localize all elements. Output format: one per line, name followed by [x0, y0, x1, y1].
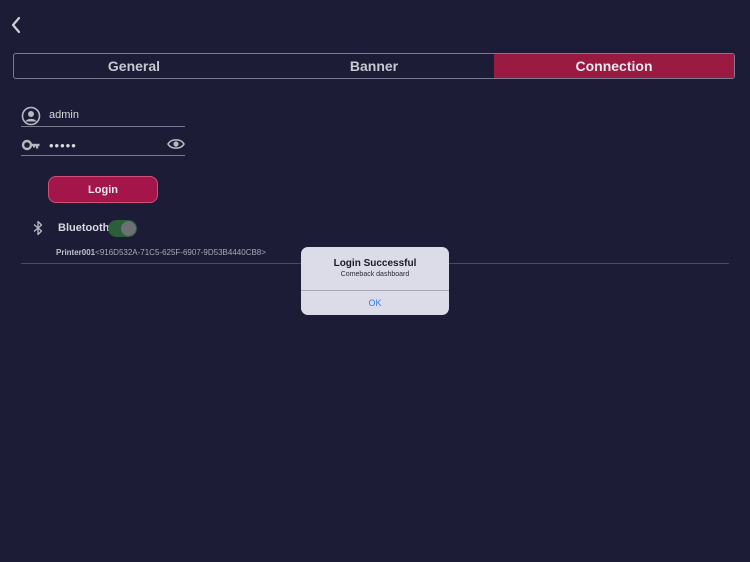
username-field [21, 105, 185, 127]
login-button[interactable]: Login [48, 176, 158, 203]
alert-message: Comeback dashboard [340, 271, 410, 278]
alert-ok-button[interactable]: OK [301, 291, 449, 315]
user-icon [21, 106, 41, 126]
tab-banner[interactable]: Banner [254, 54, 494, 78]
password-input[interactable] [49, 136, 159, 154]
alert-dialog: Login Successful Comeback dashboard OK [301, 247, 449, 315]
tab-general[interactable]: General [14, 54, 254, 78]
toggle-knob [121, 221, 136, 236]
tab-connection[interactable]: Connection [494, 54, 734, 78]
key-icon [21, 139, 40, 151]
bluetooth-toggle[interactable] [108, 220, 137, 237]
username-input[interactable] [49, 106, 159, 124]
bluetooth-label: Bluetooth [58, 222, 110, 234]
alert-title: Login Successful [333, 258, 417, 269]
back-button[interactable] [6, 14, 26, 36]
eye-icon[interactable] [167, 137, 185, 151]
tab-bar: General Banner Connection [13, 53, 735, 79]
device-name: Printer001 [56, 248, 96, 257]
chevron-left-icon [11, 16, 21, 34]
device-id: <916D532A-71C5-625F-6907-9D53B4440CB8> [95, 248, 266, 257]
password-field [21, 134, 185, 156]
bluetooth-icon [33, 220, 43, 236]
device-list-item[interactable]: Printer001<916D532A-71C5-625F-6907-9D53B… [56, 248, 266, 257]
